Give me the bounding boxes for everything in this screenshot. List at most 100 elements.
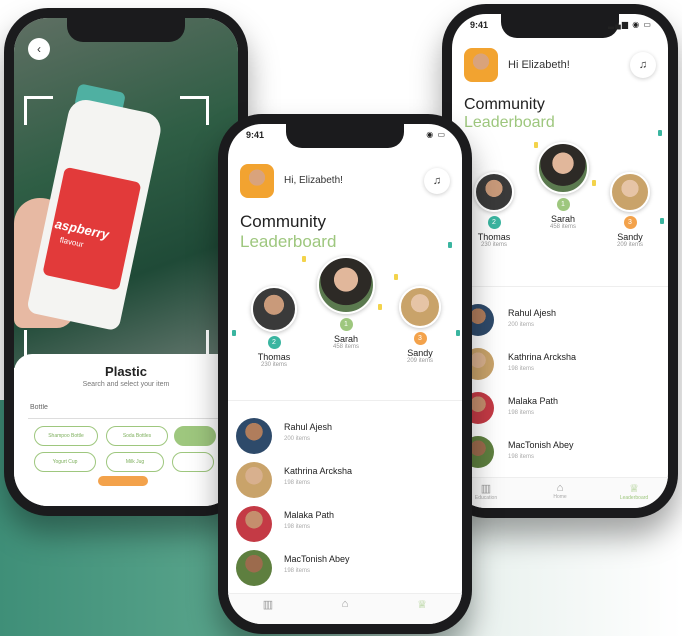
leaderboard-front-screen: 9:41 ◉ ▭ Hi, Elizabeth! ♫ Community Lead… bbox=[228, 124, 462, 624]
avatar bbox=[236, 506, 272, 542]
scan-frame-corner-tl bbox=[24, 96, 53, 125]
list-items: 200 items bbox=[284, 436, 311, 442]
list-name: MacTonish Abey bbox=[284, 554, 350, 564]
back-icon: ‹ bbox=[37, 42, 41, 56]
chip-milk-jug[interactable]: Milk Jug bbox=[106, 452, 164, 472]
podium-second[interactable]: 2 Thomas 230 items bbox=[464, 172, 524, 248]
status-time: 9:41 bbox=[470, 20, 489, 30]
page-title: Community bbox=[240, 212, 326, 231]
confetti bbox=[456, 330, 460, 336]
list-items: 198 items bbox=[508, 410, 535, 416]
divider bbox=[228, 400, 462, 401]
podium-name: Sarah bbox=[550, 214, 576, 224]
list-name: Rahul Ajesh bbox=[284, 422, 333, 432]
tab-home[interactable]: ⌂ Home bbox=[530, 482, 590, 500]
list-item[interactable]: Rahul Ajesh 200 items bbox=[228, 414, 462, 458]
podium-items: 209 items bbox=[616, 242, 643, 248]
podium-name: Thomas bbox=[257, 352, 291, 362]
podium-first[interactable]: 1 Sarah 458 items bbox=[312, 256, 380, 350]
podium-photo bbox=[399, 286, 441, 328]
list-items: 198 items bbox=[508, 366, 535, 372]
phone-leaderboard-back: 9:41 ▂▄▆ ◉ ▭ Hi Elizabeth! ♫ Community L… bbox=[442, 4, 678, 518]
greeting-text: Hi Elizabeth! bbox=[508, 59, 570, 71]
page-title-accent: Leaderboard bbox=[464, 114, 555, 131]
list-item[interactable]: Malaka Path 198 items bbox=[228, 502, 462, 546]
confetti bbox=[592, 180, 596, 186]
back-button[interactable]: ‹ bbox=[28, 38, 50, 60]
podium-photo bbox=[251, 286, 297, 332]
confetti bbox=[394, 274, 398, 280]
list-items: 198 items bbox=[284, 480, 311, 486]
chip-selected[interactable] bbox=[174, 426, 216, 446]
podium-items: 230 items bbox=[480, 242, 507, 248]
list-name: Malaka Path bbox=[284, 510, 335, 520]
chip-yogurt-cup[interactable]: Yogurt Cup bbox=[34, 452, 96, 472]
scan-frame-corner-tr bbox=[180, 96, 209, 125]
scanner-screen: aspberry flavour ‹ Plastic Search and se… bbox=[14, 18, 238, 506]
signal-icon: ▂▄▆ ◉ ▭ bbox=[608, 20, 652, 29]
confetti bbox=[660, 218, 664, 224]
avatar[interactable] bbox=[240, 164, 274, 198]
chip-more[interactable] bbox=[172, 452, 214, 472]
tab-label: Home bbox=[553, 494, 567, 500]
status-bar: 9:41 ◉ ▭ bbox=[228, 130, 462, 144]
rank-badge: 3 bbox=[413, 332, 427, 345]
confetti bbox=[448, 242, 452, 248]
tab-leaderboard[interactable]: ♕ Leaderboard bbox=[604, 482, 664, 501]
signal-icon: ◉ ▭ bbox=[426, 130, 446, 139]
tab-leaderboard[interactable]: ♕ bbox=[392, 598, 452, 611]
page-title: Community bbox=[464, 96, 545, 113]
list-item[interactable]: MacTonish Abey 198 items bbox=[452, 432, 668, 476]
avatar[interactable] bbox=[464, 48, 498, 82]
status-bar: 9:41 ▂▄▆ ◉ ▭ bbox=[452, 20, 668, 34]
list-name: Rahul Ajesh bbox=[508, 308, 557, 318]
podium-photo bbox=[610, 172, 650, 212]
podium-photo bbox=[537, 142, 589, 194]
podium-third[interactable]: 3 Sandy 209 items bbox=[600, 172, 660, 248]
home-icon: ⌂ bbox=[556, 482, 564, 494]
submit-button[interactable] bbox=[98, 476, 148, 486]
chip-soda-bottles[interactable]: Soda Bottles bbox=[106, 426, 168, 446]
list-item[interactable]: Kathrina Arcksha 198 items bbox=[228, 458, 462, 502]
podium-items: 458 items bbox=[549, 224, 576, 230]
list-name: MacTonish Abey bbox=[508, 440, 574, 450]
confetti bbox=[658, 130, 662, 136]
camera-preview: aspberry flavour bbox=[14, 18, 238, 368]
bell-icon[interactable]: ♫ bbox=[630, 52, 656, 78]
list-item[interactable]: Rahul Ajesh 200 items bbox=[452, 300, 668, 344]
list-items: 198 items bbox=[284, 568, 311, 574]
list-name: Malaka Path bbox=[508, 396, 559, 406]
greeting-text: Hi, Elizabeth! bbox=[284, 175, 343, 186]
podium-first[interactable]: 1 Sarah 458 items bbox=[530, 142, 596, 230]
podium-name: Sandy bbox=[407, 348, 433, 358]
podium-name: Sarah bbox=[333, 334, 359, 344]
search-field[interactable] bbox=[28, 396, 228, 419]
podium-photo bbox=[317, 256, 375, 314]
greeting-row: Hi, Elizabeth! ♫ bbox=[240, 164, 450, 200]
list-item[interactable]: Malaka Path 198 items bbox=[452, 388, 668, 432]
podium-second[interactable]: 2 Thomas 230 items bbox=[240, 286, 308, 368]
book-icon: ▥ bbox=[262, 599, 274, 611]
confetti bbox=[302, 256, 306, 262]
sheet-title: Plastic bbox=[105, 364, 147, 379]
podium-name: Sandy bbox=[617, 232, 643, 242]
phone-scanner: aspberry flavour ‹ Plastic Search and se… bbox=[4, 8, 248, 516]
avatar bbox=[236, 418, 272, 454]
tab-bar: ▥ ⌂ ♕ bbox=[228, 593, 462, 624]
podium-third[interactable]: 3 Sandy 209 items bbox=[388, 286, 452, 364]
list-item[interactable]: MacTonish Abey 198 items bbox=[228, 546, 462, 590]
chip-shampoo-bottle[interactable]: Shampoo Bottle bbox=[34, 426, 98, 446]
tab-home[interactable]: ⌂ bbox=[315, 598, 375, 610]
confetti bbox=[378, 304, 382, 310]
bottle-image: aspberry flavour bbox=[26, 96, 164, 332]
status-time: 9:41 bbox=[246, 130, 265, 140]
trophy-icon: ♕ bbox=[417, 599, 427, 611]
list-item[interactable]: Kathrina Arcksha 198 items bbox=[452, 344, 668, 388]
list-name: Kathrina Arcksha bbox=[508, 352, 577, 362]
rank-badge: 2 bbox=[267, 336, 281, 349]
search-input[interactable] bbox=[28, 396, 228, 419]
podium-photo bbox=[474, 172, 514, 212]
tab-education[interactable]: ▥ bbox=[238, 598, 298, 611]
bell-icon[interactable]: ♫ bbox=[424, 168, 450, 194]
list-name: Kathrina Arcksha bbox=[284, 466, 353, 476]
